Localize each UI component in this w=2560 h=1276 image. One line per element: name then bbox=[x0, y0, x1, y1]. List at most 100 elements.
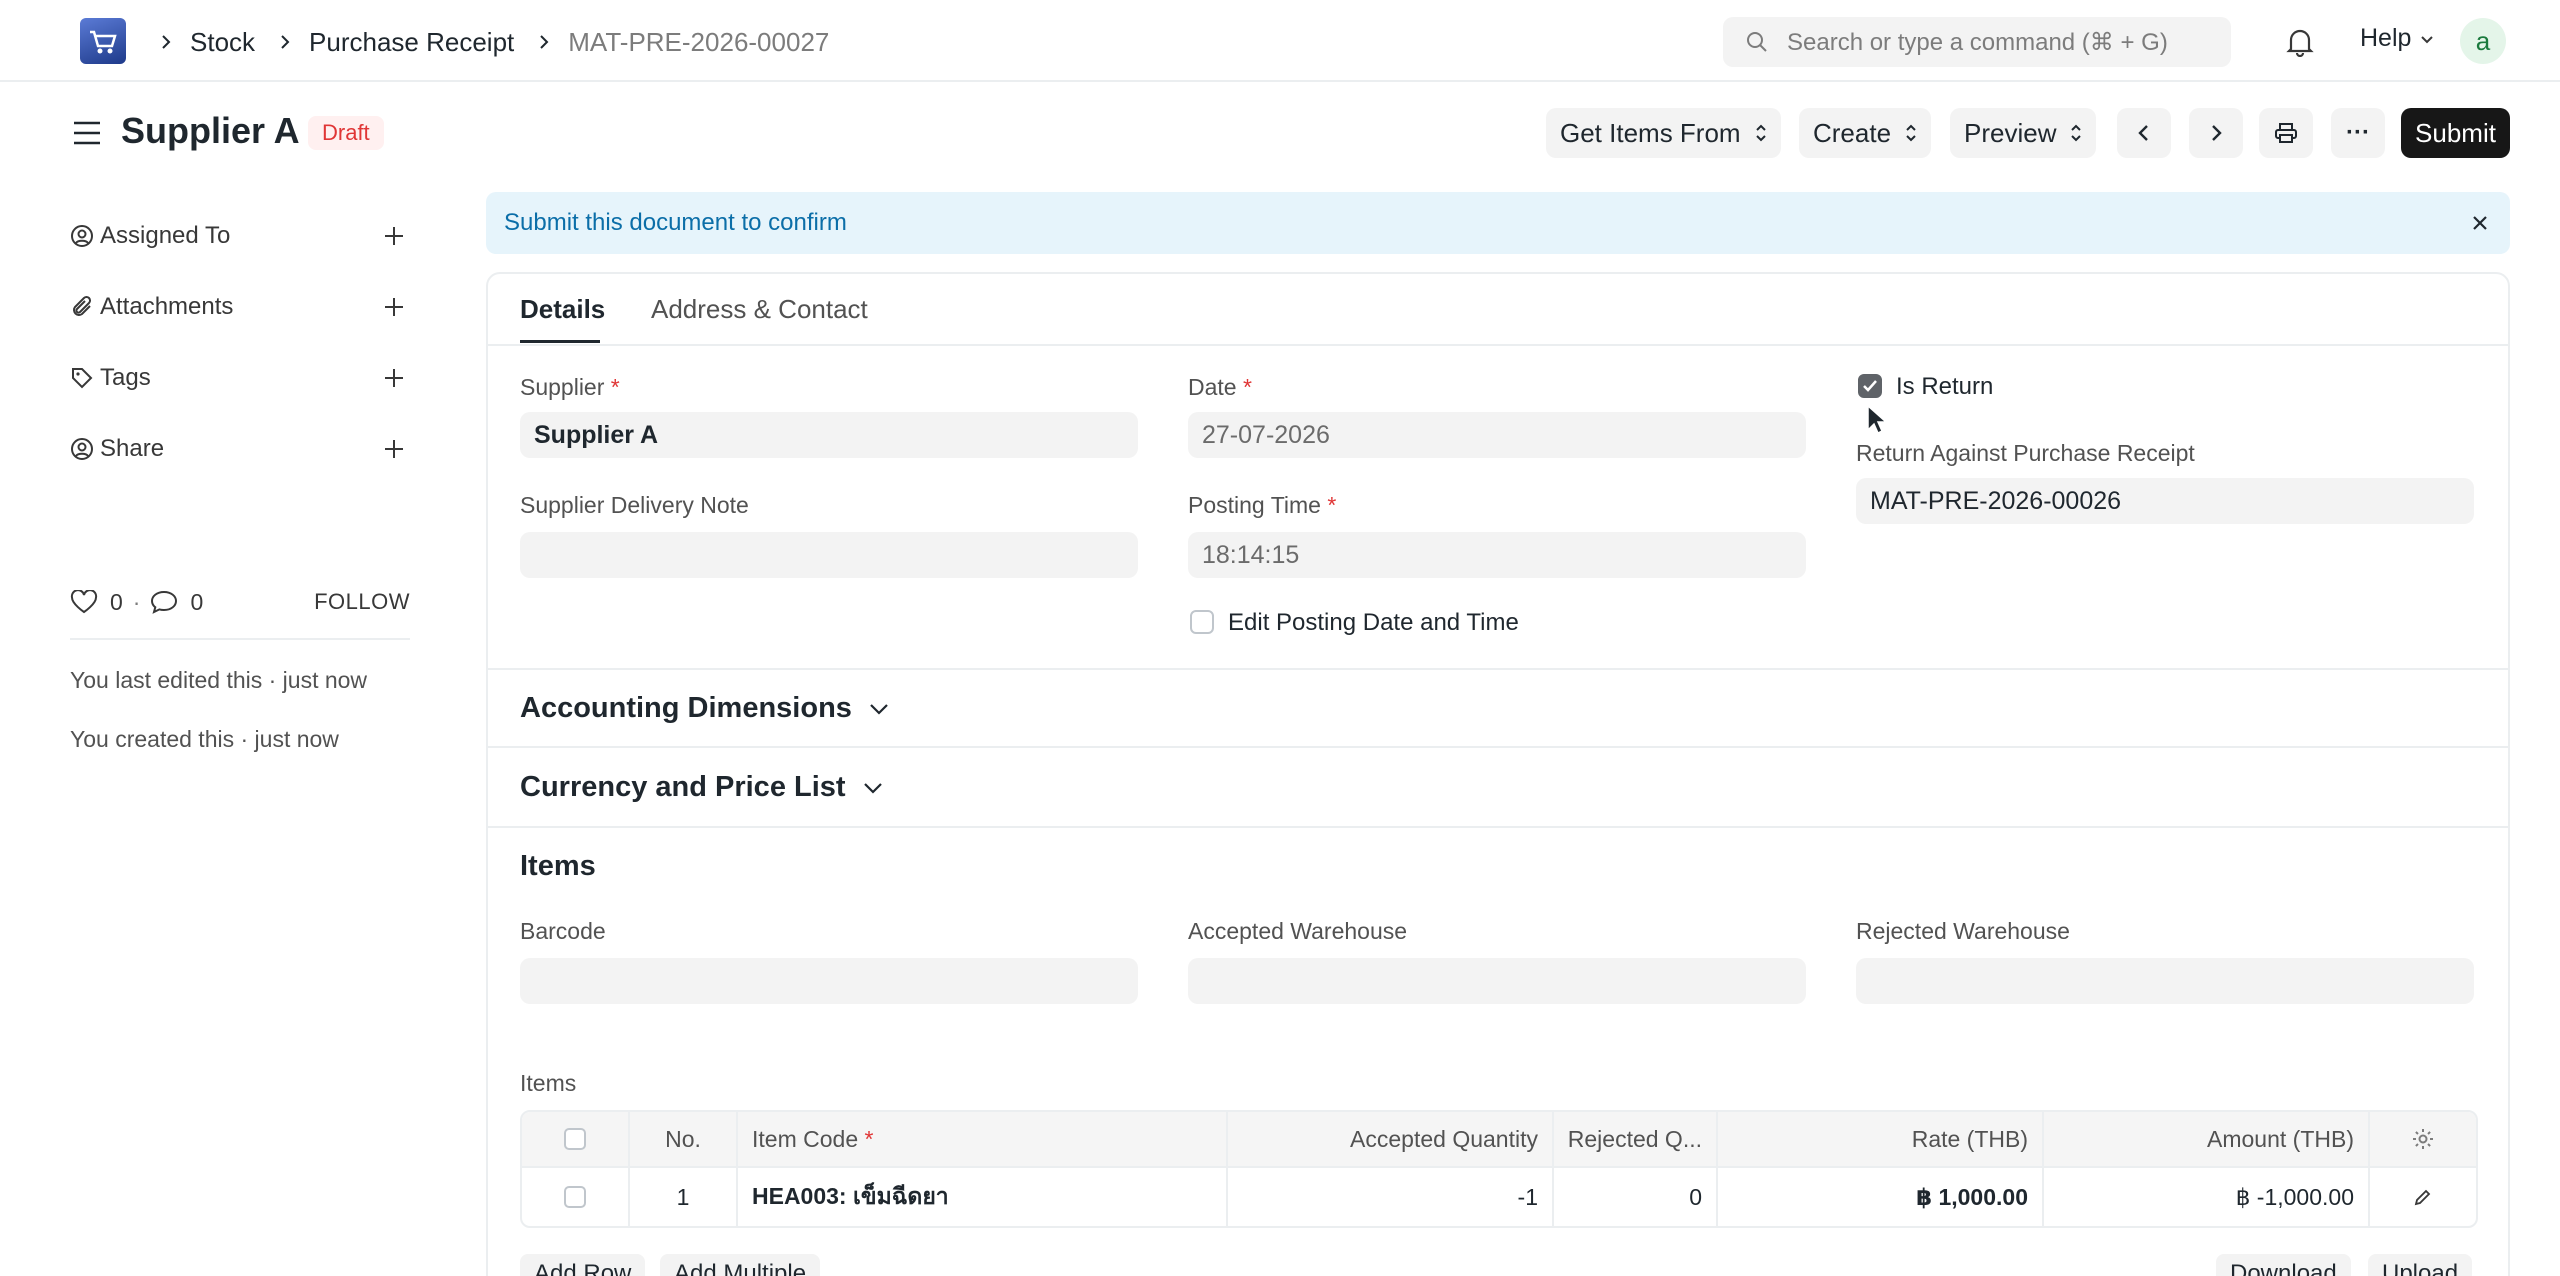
next-doc-button[interactable] bbox=[2189, 108, 2243, 158]
download-button[interactable]: Download bbox=[2216, 1254, 2351, 1276]
add-row-button[interactable]: Add Row bbox=[520, 1254, 646, 1276]
comment-icon[interactable] bbox=[150, 589, 178, 615]
column-settings-icon[interactable] bbox=[2370, 1112, 2476, 1166]
row-select-cell bbox=[522, 1168, 630, 1226]
header-rejected-qty: Rejected Q... bbox=[1554, 1112, 1718, 1166]
barcode-field[interactable] bbox=[520, 958, 1138, 1004]
sidebar-stats: 0 · 0 FOLLOW bbox=[70, 582, 410, 622]
chevron-right-icon bbox=[277, 34, 293, 50]
upload-button[interactable]: Upload bbox=[2368, 1254, 2473, 1276]
breadcrumb: Stock Purchase Receipt MAT-PRE-2026-0002… bbox=[152, 24, 829, 60]
follow-button[interactable]: FOLLOW bbox=[314, 589, 410, 615]
submit-button[interactable]: Submit bbox=[2401, 108, 2510, 158]
select-arrows-icon bbox=[1906, 124, 1916, 142]
previous-doc-button[interactable] bbox=[2117, 108, 2171, 158]
row-amount: ฿ -1,000.00 bbox=[2044, 1168, 2370, 1226]
sidebar-item-share[interactable]: Share bbox=[70, 429, 410, 469]
sidebar-item-tags[interactable]: Tags bbox=[70, 358, 410, 398]
posting-time-label: Posting Time * bbox=[1188, 492, 1337, 518]
breadcrumb-purchase-receipt[interactable]: Purchase Receipt bbox=[309, 27, 514, 58]
page-title: Supplier A bbox=[121, 110, 300, 151]
barcode-label: Barcode bbox=[520, 918, 606, 944]
edit-row-icon[interactable] bbox=[2370, 1168, 2476, 1226]
get-items-from-button[interactable]: Get Items From bbox=[1546, 108, 1781, 158]
sidebar-item-label: Share bbox=[100, 435, 165, 462]
row-item-code[interactable]: HEA003: เข็มฉีดยา bbox=[738, 1168, 1228, 1226]
row-no: 1 bbox=[630, 1168, 738, 1226]
header-amount: Amount (THB) bbox=[2044, 1112, 2370, 1166]
last-edited-note: You last edited this · just now bbox=[70, 667, 368, 693]
row-checkbox[interactable] bbox=[564, 1186, 586, 1208]
divider bbox=[70, 638, 410, 640]
help-label: Help bbox=[2360, 24, 2412, 52]
row-rejected-qty[interactable]: 0 bbox=[1554, 1168, 1718, 1226]
add-attachment-icon[interactable] bbox=[378, 291, 410, 323]
currency-price-list-section[interactable]: Currency and Price List bbox=[520, 771, 884, 804]
get-items-from-label: Get Items From bbox=[1560, 117, 1741, 148]
chevron-down-icon bbox=[870, 703, 888, 715]
comments-count: 0 bbox=[190, 588, 204, 615]
help-menu[interactable]: Help bbox=[2360, 24, 2435, 53]
banner-text: Submit this document to confirm bbox=[504, 209, 847, 236]
is-return-label: Is Return bbox=[1896, 373, 1994, 400]
sidebar-item-attachments[interactable]: Attachments bbox=[70, 287, 410, 327]
header-no: No. bbox=[630, 1112, 738, 1166]
search-input[interactable]: Search or type a command (⌘ + G) bbox=[1723, 17, 2231, 67]
section-title-text: Accounting Dimensions bbox=[520, 692, 852, 724]
breadcrumb-stock[interactable]: Stock bbox=[190, 27, 255, 58]
check-icon bbox=[1863, 380, 1877, 392]
supplier-field[interactable]: Supplier A bbox=[520, 412, 1138, 458]
cart-logo-icon bbox=[90, 30, 117, 54]
row-rate[interactable]: ฿ 1,000.00 bbox=[1718, 1168, 2044, 1226]
items-table: No. Item Code * Accepted Quantity Reject… bbox=[520, 1110, 2478, 1228]
supplier-delivery-note-field[interactable] bbox=[520, 532, 1138, 578]
tab-details[interactable]: Details bbox=[520, 294, 605, 325]
app-logo[interactable] bbox=[80, 18, 126, 64]
chevron-down-icon bbox=[2421, 35, 2434, 43]
date-field[interactable]: 27-07-2026 bbox=[1188, 412, 1806, 458]
submit-banner: Submit this document to confirm bbox=[486, 192, 2510, 254]
items-section-title: Items bbox=[520, 850, 596, 882]
header-accepted-qty: Accepted Quantity bbox=[1228, 1112, 1554, 1166]
preview-button[interactable]: Preview bbox=[1950, 108, 2097, 158]
return-against-field[interactable]: MAT-PRE-2026-00026 bbox=[1856, 478, 2474, 524]
table-header: No. Item Code * Accepted Quantity Reject… bbox=[522, 1112, 2476, 1166]
accepted-warehouse-label: Accepted Warehouse bbox=[1188, 918, 1408, 944]
table-body: 1 HEA003: เข็มฉีดยา -1 0 ฿ 1,000.00 ฿ -1… bbox=[522, 1166, 2476, 1226]
create-button[interactable]: Create bbox=[1799, 108, 1932, 158]
sidebar-item-label: Assigned To bbox=[100, 222, 231, 249]
heart-icon[interactable] bbox=[70, 590, 98, 614]
breadcrumb-document[interactable]: MAT-PRE-2026-00027 bbox=[568, 27, 829, 58]
preview-label: Preview bbox=[1964, 117, 2057, 148]
sidebar-item-assigned-to[interactable]: Assigned To bbox=[70, 216, 410, 256]
date-label: Date * bbox=[1188, 374, 1252, 400]
avatar[interactable]: a bbox=[2460, 18, 2506, 64]
add-multiple-button[interactable]: Add Multiple bbox=[660, 1254, 821, 1276]
header-select-cell bbox=[522, 1112, 630, 1166]
tag-icon bbox=[70, 366, 100, 390]
row-accepted-qty[interactable]: -1 bbox=[1228, 1168, 1554, 1226]
edit-posting-label: Edit Posting Date and Time bbox=[1228, 609, 1519, 636]
more-actions-button[interactable]: ··· bbox=[2331, 108, 2385, 158]
table-row[interactable]: 1 HEA003: เข็มฉีดยา -1 0 ฿ 1,000.00 ฿ -1… bbox=[522, 1166, 2476, 1226]
notification-bell-icon[interactable] bbox=[2282, 24, 2318, 60]
accounting-dimensions-section[interactable]: Accounting Dimensions bbox=[520, 692, 890, 725]
edit-posting-checkbox[interactable] bbox=[1190, 610, 1214, 634]
add-share-icon[interactable] bbox=[378, 433, 410, 465]
user-icon bbox=[70, 224, 100, 248]
tab-address-contact[interactable]: Address & Contact bbox=[651, 294, 868, 325]
search-placeholder: Search or type a command (⌘ + G) bbox=[1787, 28, 2168, 56]
select-all-checkbox[interactable] bbox=[564, 1128, 586, 1150]
is-return-checkbox[interactable] bbox=[1858, 374, 1882, 398]
search-icon bbox=[1747, 32, 1767, 52]
sidebar-toggle-icon[interactable] bbox=[70, 116, 104, 150]
close-icon[interactable] bbox=[2464, 207, 2496, 239]
print-button[interactable] bbox=[2259, 108, 2313, 158]
posting-time-field[interactable]: 18:14:15 bbox=[1188, 532, 1806, 578]
chevron-right-icon bbox=[158, 34, 174, 50]
accepted-warehouse-field[interactable] bbox=[1188, 958, 1806, 1004]
add-assignee-icon[interactable] bbox=[378, 220, 410, 252]
add-tag-icon[interactable] bbox=[378, 362, 410, 394]
rejected-warehouse-field[interactable] bbox=[1856, 958, 2474, 1004]
created-note: You created this · just now bbox=[70, 726, 339, 752]
